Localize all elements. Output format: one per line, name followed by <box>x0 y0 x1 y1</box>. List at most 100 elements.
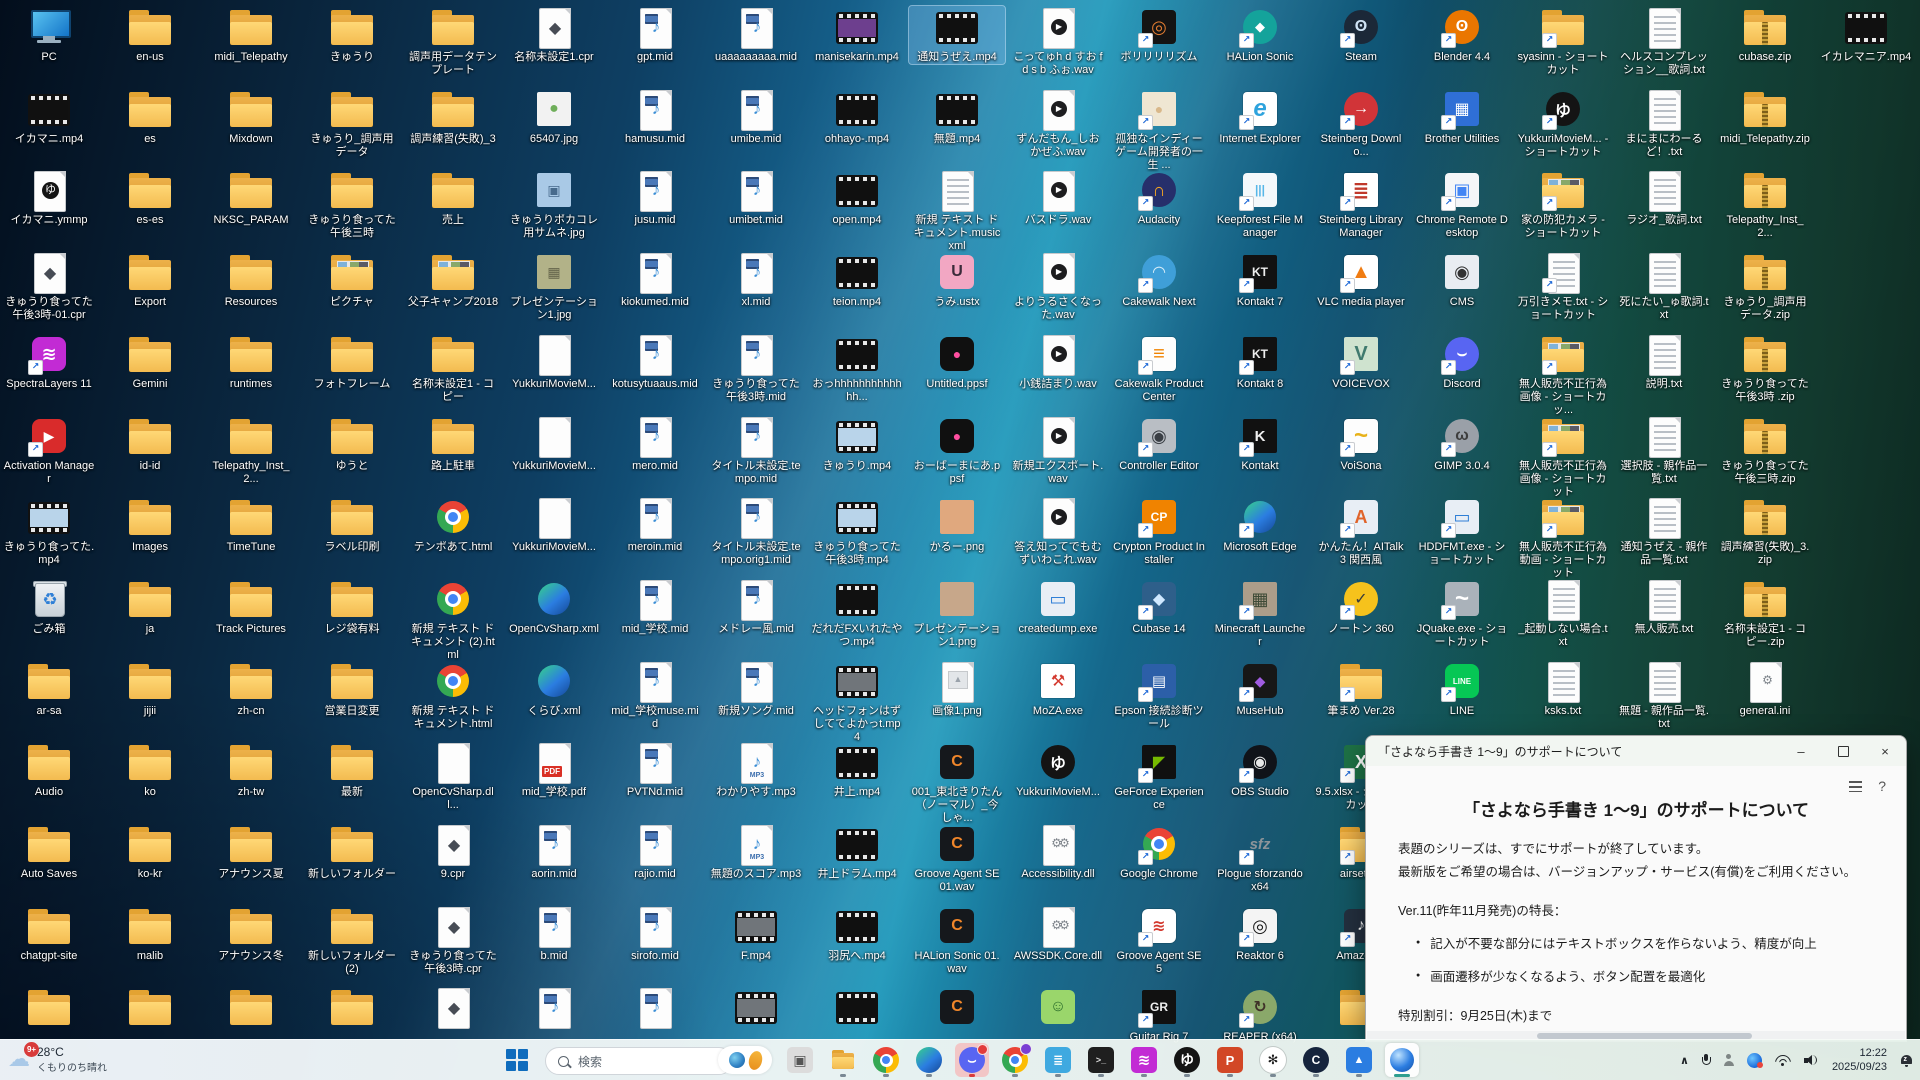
desktop-icon[interactable]: ↻↗REAPER (x64) <box>1212 986 1308 1044</box>
desktop-icon[interactable]: 営業日変更 <box>304 660 400 718</box>
desktop-icon[interactable]: イカマニ.mp4 <box>1 88 97 146</box>
desktop-icon[interactable]: A↗かんたん！AITalk 3 関西風 <box>1313 496 1409 567</box>
desktop-icon[interactable]: ʘ↗Steam <box>1313 6 1409 64</box>
desktop-icon[interactable]: jijii <box>102 660 198 718</box>
desktop-icon[interactable]: ▣↗Chrome Remote Desktop <box>1414 169 1510 240</box>
desktop-icon[interactable]: ohhayo-.mp4 <box>809 88 905 146</box>
desktop-icon[interactable]: ⚙general.ini <box>1717 660 1813 718</box>
desktop-icon[interactable]: ●65407.jpg <box>506 88 602 146</box>
desktop-icon[interactable]: ♪ <box>506 986 602 1031</box>
desktop-icon[interactable]: ヘッドフォンはずしててよかっt.mp4 <box>809 660 905 744</box>
desktop-icon[interactable]: Resources <box>203 251 299 309</box>
desktop-icon[interactable]: ◎↗ポリリリリズム <box>1111 6 1207 64</box>
desktop-icon[interactable]: 羽尻へ.mp4 <box>809 905 905 963</box>
desktop-icon[interactable]: ◆9.cpr <box>405 823 501 881</box>
wifi-icon[interactable] <box>1775 1055 1791 1066</box>
desktop-icon[interactable]: ▦↗Brother Utilities <box>1414 88 1510 146</box>
desktop-icon[interactable]: 無人販売.txt <box>1616 578 1712 636</box>
desktop-icon[interactable]: YukkuriMovieM... <box>506 333 602 391</box>
desktop-icon[interactable]: ♪gpt.mid <box>607 6 703 64</box>
desktop-icon[interactable]: ●Untitled.ppsf <box>909 333 1005 391</box>
desktop-icon[interactable]: ▭createdump.exe <box>1010 578 1106 636</box>
desktop-icon[interactable]: ヘルスコンプレッション__歌詞.txt <box>1616 6 1712 77</box>
desktop-icon[interactable]: ♪メドレー風.mid <box>708 578 804 636</box>
notification-bell-icon[interactable]: z <box>1900 1054 1912 1066</box>
desktop-icon[interactable]: ⚙⚙AWSSDK.Core.dll <box>1010 905 1106 963</box>
desktop-icon[interactable]: ⌣↗Discord <box>1414 333 1510 391</box>
desktop-icon[interactable]: きゅうり食ってた午後3時.mp4 <box>809 496 905 567</box>
desktop-icon[interactable]: ≡↗Cakewalk Product Center <box>1111 333 1207 404</box>
desktop-icon[interactable]: ▶バスドラ.wav <box>1010 169 1106 227</box>
desktop-icon[interactable]: フォトフレーム <box>304 333 400 391</box>
desktop-icon[interactable]: es-es <box>102 169 198 227</box>
desktop-icon[interactable]: ♪MP3わかりやす.mp3 <box>708 741 804 799</box>
desktop-icon[interactable]: Images <box>102 496 198 554</box>
tray-overflow-chevron-icon[interactable]: ∧ <box>1680 1054 1689 1067</box>
desktop-icon[interactable]: manisekarin.mp4 <box>809 6 905 64</box>
desktop-icon[interactable]: PC <box>1 6 97 64</box>
desktop-icon[interactable]: 選択肢 - 親作品一覧.txt <box>1616 415 1712 486</box>
desktop-icon[interactable]: id-id <box>102 415 198 473</box>
desktop-icon[interactable]: 路上駐車 <box>405 415 501 473</box>
taskbar-app-powerpoint[interactable]: P <box>1213 1043 1247 1077</box>
desktop-icon[interactable]: ja <box>102 578 198 636</box>
maximize-button[interactable] <box>1822 736 1864 766</box>
desktop-icon[interactable]: Mixdown <box>203 88 299 146</box>
desktop-icon[interactable]: ゆ↗YukkuriMovieM... - ショートカット <box>1515 88 1611 159</box>
desktop-icon[interactable]: ♪kiokumed.mid <box>607 251 703 309</box>
desktop-icon[interactable]: chatgpt-site <box>1 905 97 963</box>
desktop-icon[interactable]: en-us <box>102 6 198 64</box>
desktop-icon[interactable]: ゆYukkuriMovieM... <box>1010 741 1106 799</box>
desktop-icon[interactable]: ↗Google Chrome <box>1111 823 1207 881</box>
desktop-icon[interactable]: 井上ドラム.mp4 <box>809 823 905 881</box>
desktop-icon[interactable]: teion.mp4 <box>809 251 905 309</box>
desktop-icon[interactable]: Auto Saves <box>1 823 97 881</box>
desktop-icon[interactable]: ko <box>102 741 198 799</box>
desktop-icon[interactable]: プレゼンテーション1.png <box>909 578 1005 649</box>
desktop-icon[interactable] <box>102 986 198 1031</box>
desktop-icon[interactable]: YukkuriMovieM... <box>506 415 602 473</box>
desktop-icon[interactable]: ⚙⚙Accessibility.dll <box>1010 823 1106 881</box>
desktop-icon[interactable]: ◆名称未設定1.cpr <box>506 6 602 64</box>
desktop-icon[interactable]: 井上.mp4 <box>809 741 905 799</box>
desktop-icon[interactable]: ●↗孤独なインディーゲーム開発者の一生 ... <box>1111 88 1207 172</box>
desktop-icon[interactable]: きゅうり食ってた.mp4 <box>1 496 97 567</box>
desktop-icon[interactable]: ◆↗MuseHub <box>1212 660 1308 718</box>
desktop-icon[interactable]: →↗Steinberg Downlo... <box>1313 88 1409 159</box>
desktop-icon[interactable]: 無題 - 親作品一覧.txt <box>1616 660 1712 731</box>
desktop-icon[interactable]: ✓↗ノートン 360 <box>1313 578 1409 636</box>
desktop-icon[interactable] <box>809 986 905 1031</box>
desktop-icon[interactable]: ♪jusu.mid <box>607 169 703 227</box>
desktop-icon[interactable]: TimeTune <box>203 496 299 554</box>
desktop-icon[interactable]: きゅうり.mp4 <box>809 415 905 473</box>
desktop-icon[interactable]: ▲画像1.png <box>909 660 1005 718</box>
desktop-icon[interactable]: ♻ごみ箱 <box>1 578 97 636</box>
desktop-icon[interactable]: ▶よりうるさくなった.wav <box>1010 251 1106 322</box>
desktop-icon[interactable]: ▶答え知ってでもむずいわこれ.wav <box>1010 496 1106 567</box>
copilot-icon[interactable] <box>1747 1053 1762 1068</box>
desktop-icon[interactable]: Uうみ.ustx <box>909 251 1005 309</box>
desktop-icon[interactable]: ♪ <box>607 986 703 1031</box>
desktop-icon[interactable]: ◎↗Reaktor 6 <box>1212 905 1308 963</box>
desktop-icon[interactable]: くらび.xml <box>506 660 602 718</box>
desktop-icon[interactable]: cubase.zip <box>1717 6 1813 64</box>
desktop-icon[interactable]: レジ袋有料 <box>304 578 400 636</box>
desktop-icon[interactable]: きゅうり食ってた午後3時 .zip <box>1717 333 1813 404</box>
desktop-icon[interactable]: 新しいフォルダー (2) <box>304 905 400 976</box>
desktop-icon[interactable]: ▶新規エクスポート.wav <box>1010 415 1106 486</box>
volume-icon[interactable] <box>1804 1054 1819 1066</box>
taskbar-app-discord[interactable]: ⌣ <box>955 1043 989 1077</box>
desktop-icon[interactable]: KT↗Kontakt 7 <box>1212 251 1308 309</box>
desktop-icon[interactable]: CGroove Agent SE 01.wav <box>909 823 1005 894</box>
desktop-icon[interactable]: LINE↗LINE <box>1414 660 1510 718</box>
desktop-icon[interactable]: ゆイカマニ.ymmp <box>1 169 97 227</box>
desktop-icon[interactable]: 父子キャンプ2018 <box>405 251 501 309</box>
desktop-icon[interactable]: ♪sirofo.mid <box>607 905 703 963</box>
desktop-icon[interactable]: ↗家の防犯カメラ - ショートカット <box>1515 169 1611 240</box>
desktop-icon[interactable]: 売上 <box>405 169 501 227</box>
desktop-icon[interactable]: きゅうり食ってた午後三時 <box>304 169 400 240</box>
desktop-icon[interactable]: Telepathy_Inst_2... <box>1717 169 1813 240</box>
taskbar-app-google-chrome[interactable] <box>869 1043 903 1077</box>
desktop-icon[interactable]: ▲↗VLC media player <box>1313 251 1409 309</box>
desktop-icon[interactable]: ♪新規ソング.mid <box>708 660 804 718</box>
